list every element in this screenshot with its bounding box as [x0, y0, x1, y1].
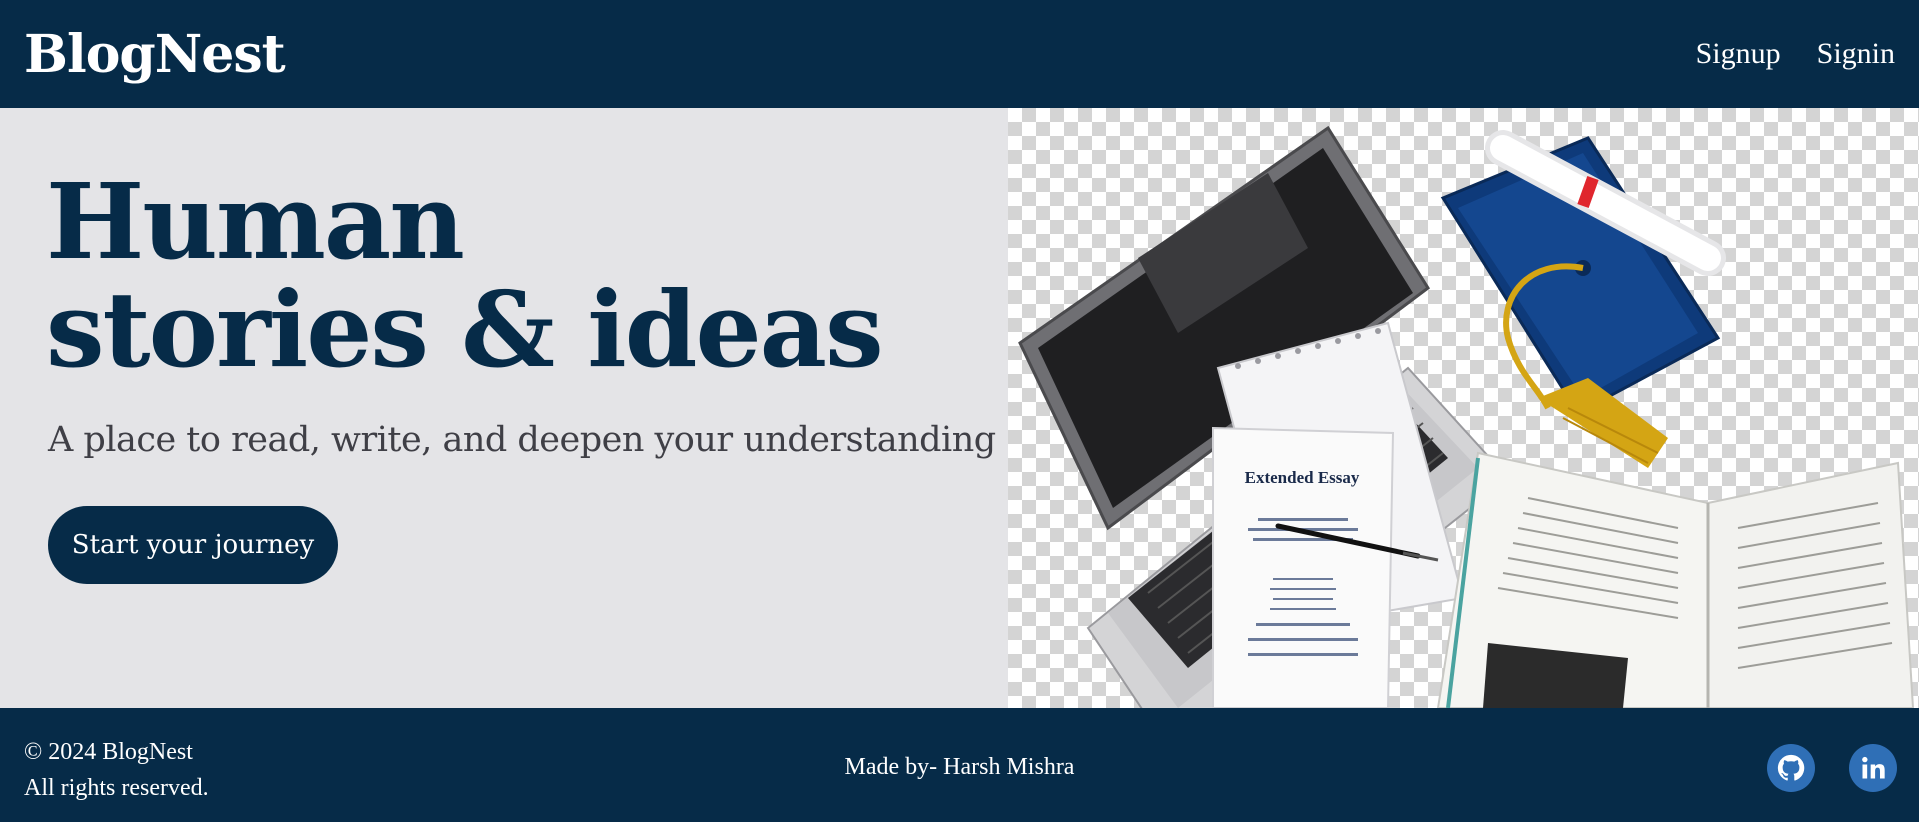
open-book-illustration — [1436, 451, 1915, 708]
site-header: BlogNest Signup Signin — [0, 0, 1919, 108]
linkedin-icon — [1862, 756, 1885, 779]
hero-section: Human stories & ideas A place to read, w… — [0, 108, 1919, 708]
brand-logo[interactable]: BlogNest — [24, 24, 286, 85]
signin-link[interactable]: Signin — [1817, 37, 1895, 71]
github-icon — [1777, 754, 1805, 781]
made-by-text: Made by- Harsh Mishra — [844, 754, 1075, 780]
hero-text-panel: Human stories & ideas A place to read, w… — [0, 108, 1008, 708]
headline-line-2: stories & ideas — [46, 268, 884, 391]
headline-line-1: Human — [46, 160, 465, 283]
signup-link[interactable]: Signup — [1696, 37, 1781, 71]
hero-image: Extended Essay — [1008, 108, 1919, 708]
github-link[interactable] — [1767, 744, 1815, 792]
site-footer: © 2024 BlogNest All rights reserved. Mad… — [0, 708, 1919, 822]
linkedin-link[interactable] — [1849, 744, 1897, 792]
social-links — [1767, 744, 1897, 792]
top-nav: Signup Signin — [1696, 37, 1895, 71]
hero-subheadline: A place to read, write, and deepen your … — [48, 420, 996, 460]
hero-headline: Human stories & ideas — [46, 160, 884, 391]
study-items-illustration: Extended Essay — [1018, 125, 1915, 708]
essay-title: Extended Essay — [1245, 468, 1360, 487]
start-journey-button[interactable]: Start your journey — [48, 506, 338, 584]
